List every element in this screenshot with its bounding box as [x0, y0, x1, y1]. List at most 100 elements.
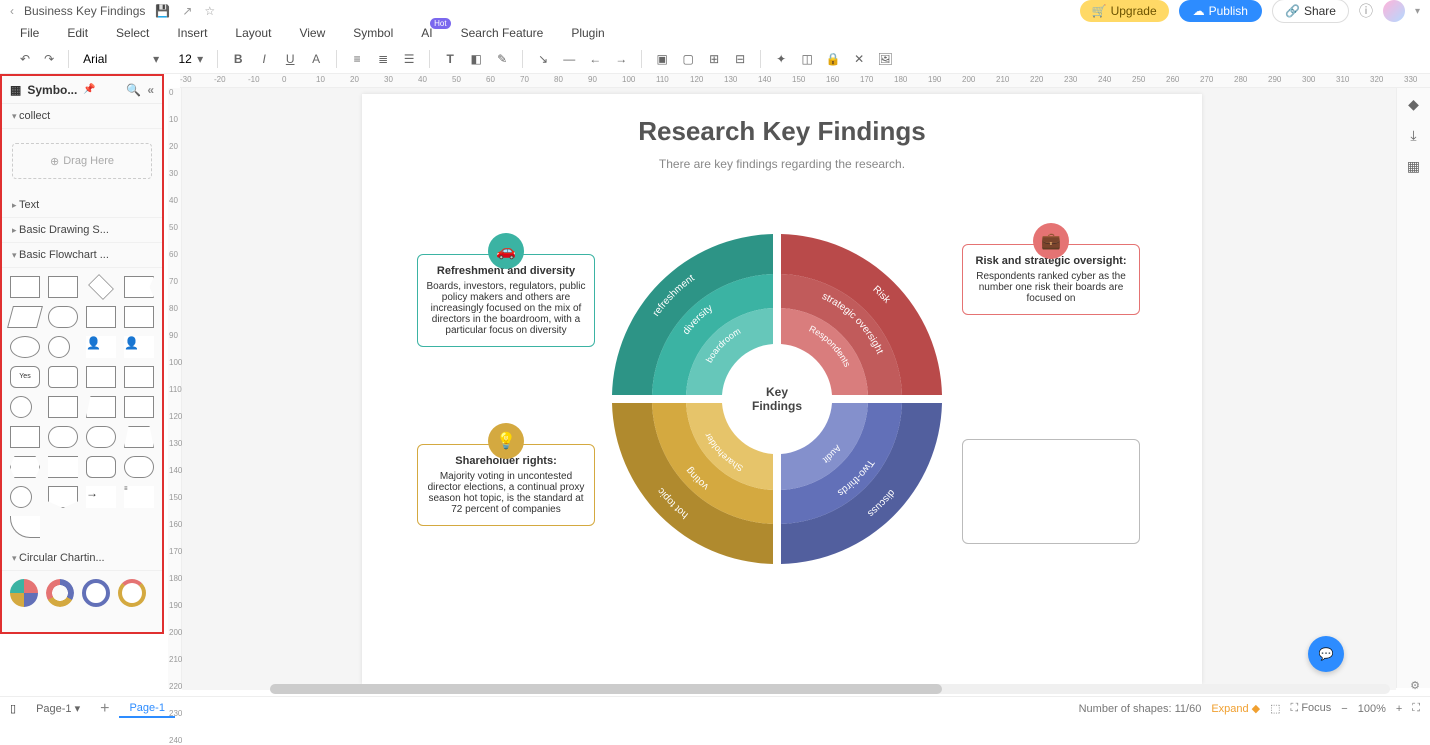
- shape-lines[interactable]: [48, 456, 78, 478]
- redo-button[interactable]: ↷: [40, 50, 58, 68]
- tools-button[interactable]: ✕: [849, 49, 869, 69]
- list-button[interactable]: ☰: [399, 49, 419, 69]
- circ-shape-2[interactable]: [46, 579, 74, 607]
- shape-rect[interactable]: [10, 276, 40, 298]
- shape-rect5[interactable]: [86, 456, 116, 478]
- callout-empty[interactable]: [962, 439, 1140, 544]
- shape-rect3[interactable]: [48, 396, 78, 418]
- menu-search[interactable]: Search Feature: [461, 26, 544, 40]
- line-style-button[interactable]: —: [559, 49, 579, 69]
- shape-rect4[interactable]: [124, 396, 154, 418]
- scrollbar-horizontal[interactable]: [270, 684, 1390, 694]
- shape-pentagon[interactable]: [48, 486, 78, 508]
- font-select[interactable]: [83, 52, 153, 66]
- shape-ellipse[interactable]: [10, 336, 40, 358]
- add-page-button[interactable]: +: [100, 700, 109, 718]
- page-tab-1[interactable]: Page-1: [119, 700, 174, 718]
- callout-refreshment[interactable]: 🚗 Refreshment and diversity Boards, inve…: [417, 254, 595, 347]
- shape-flag[interactable]: [124, 276, 154, 298]
- section-collect[interactable]: collect: [2, 104, 162, 129]
- align-h-button[interactable]: ≡: [347, 49, 367, 69]
- shape-parallelogram[interactable]: [7, 306, 43, 328]
- shape-circle[interactable]: [48, 336, 70, 358]
- settings-icon[interactable]: ⚙: [1410, 679, 1420, 692]
- focus-button[interactable]: ⛶ Focus: [1291, 702, 1332, 715]
- menu-select[interactable]: Select: [116, 26, 149, 40]
- segment-refreshment[interactable]: refreshment diversity boardroom: [612, 234, 773, 395]
- circ-shape-3[interactable]: [82, 579, 110, 607]
- bold-button[interactable]: B: [228, 49, 248, 69]
- shape-circ3[interactable]: [10, 486, 32, 508]
- connector-button[interactable]: ↘: [533, 49, 553, 69]
- segment-hot-topic[interactable]: hot topic voting Shareholder: [612, 403, 773, 564]
- section-basic-flowchart[interactable]: Basic Flowchart ...: [2, 243, 162, 268]
- menu-ai[interactable]: AI: [421, 26, 432, 40]
- shape-yes[interactable]: Yes: [10, 366, 40, 388]
- italic-button[interactable]: I: [254, 49, 274, 69]
- zoom-out-button[interactable]: −: [1341, 703, 1347, 715]
- highlight-button[interactable]: ✎: [492, 49, 512, 69]
- scrollbar-thumb[interactable]: [270, 684, 942, 694]
- shape-wave[interactable]: [10, 426, 40, 448]
- star-icon[interactable]: ☆: [204, 4, 215, 18]
- shape-doc2[interactable]: [124, 306, 154, 328]
- menu-view[interactable]: View: [299, 26, 325, 40]
- arrow-end-button[interactable]: →: [611, 49, 631, 69]
- shape-trap2[interactable]: [124, 426, 154, 448]
- segment-discuss[interactable]: discuss Two-thirds Audit: [781, 403, 942, 564]
- zoom-level[interactable]: 100%: [1358, 703, 1386, 715]
- menu-layout[interactable]: Layout: [235, 26, 271, 40]
- image-button[interactable]: 🖼: [875, 49, 895, 69]
- layers-icon[interactable]: ⬚: [1270, 702, 1280, 715]
- grid-panel-icon[interactable]: ▦: [1407, 158, 1420, 175]
- shape-card[interactable]: [86, 366, 116, 388]
- callout-risk[interactable]: 💼 Risk and strategic oversight: Responde…: [962, 244, 1140, 315]
- circ-shape-1[interactable]: [10, 579, 38, 607]
- collapse-icon[interactable]: «: [147, 83, 154, 97]
- page-subtitle[interactable]: There are key findings regarding the res…: [362, 157, 1202, 171]
- shape-arc[interactable]: [10, 516, 40, 538]
- shape-pill[interactable]: [48, 426, 78, 448]
- pages-icon[interactable]: ▯: [10, 702, 16, 715]
- callout-shareholder[interactable]: 💡 Shareholder rights: Majority voting in…: [417, 444, 595, 526]
- help-icon[interactable]: ⓘ: [1359, 1, 1373, 21]
- menu-edit[interactable]: Edit: [67, 26, 88, 40]
- search-icon[interactable]: 🔍: [126, 83, 141, 97]
- shape-card2[interactable]: [124, 366, 154, 388]
- expand-button[interactable]: Expand ◆: [1211, 702, 1260, 715]
- section-circular[interactable]: Circular Chartin...: [2, 546, 162, 571]
- share-button[interactable]: 🔗Share: [1272, 0, 1349, 23]
- menu-plugin[interactable]: Plugin: [571, 26, 604, 40]
- shape-rounded[interactable]: [48, 306, 78, 328]
- page-dropdown[interactable]: Page-1 ▾: [26, 700, 90, 717]
- group-button[interactable]: ⊞: [704, 49, 724, 69]
- shape-arrow[interactable]: →: [86, 486, 116, 508]
- text-tool-button[interactable]: T: [440, 49, 460, 69]
- crop-button[interactable]: ◫: [797, 49, 817, 69]
- layer-back-button[interactable]: ▢: [678, 49, 698, 69]
- section-basic-drawing[interactable]: Basic Drawing S...: [2, 218, 162, 243]
- donut-center-label[interactable]: Key Findings: [742, 385, 812, 413]
- circ-shape-4[interactable]: [118, 579, 146, 607]
- effects-button[interactable]: ✦: [771, 49, 791, 69]
- menu-symbol[interactable]: Symbol: [353, 26, 393, 40]
- fullscreen-button[interactable]: ⛶: [1412, 702, 1420, 715]
- segment-risk[interactable]: Risk strategic oversight Respondents: [781, 234, 942, 395]
- fill-button[interactable]: ◧: [466, 49, 486, 69]
- undo-button[interactable]: ↶: [16, 50, 34, 68]
- section-text[interactable]: Text: [2, 193, 162, 218]
- ungroup-button[interactable]: ⊟: [730, 49, 750, 69]
- publish-button[interactable]: ☁Publish: [1179, 0, 1262, 22]
- donut-chart[interactable]: Risk strategic oversight Respondents dis…: [602, 224, 952, 574]
- menu-insert[interactable]: Insert: [177, 26, 207, 40]
- upgrade-button[interactable]: 🛒Upgrade: [1080, 0, 1169, 22]
- page[interactable]: Research Key Findings There are key find…: [362, 94, 1202, 684]
- shape-diamond[interactable]: [88, 274, 114, 300]
- shape-pill2[interactable]: [86, 426, 116, 448]
- shape-rect2[interactable]: [48, 276, 78, 298]
- chevron-down-icon[interactable]: ▾: [1415, 6, 1420, 17]
- drag-target[interactable]: ⊕Drag Here: [12, 143, 152, 179]
- shape-pill3[interactable]: [124, 456, 154, 478]
- save-icon[interactable]: 💾: [155, 4, 170, 18]
- shape-note[interactable]: ≡: [124, 486, 154, 508]
